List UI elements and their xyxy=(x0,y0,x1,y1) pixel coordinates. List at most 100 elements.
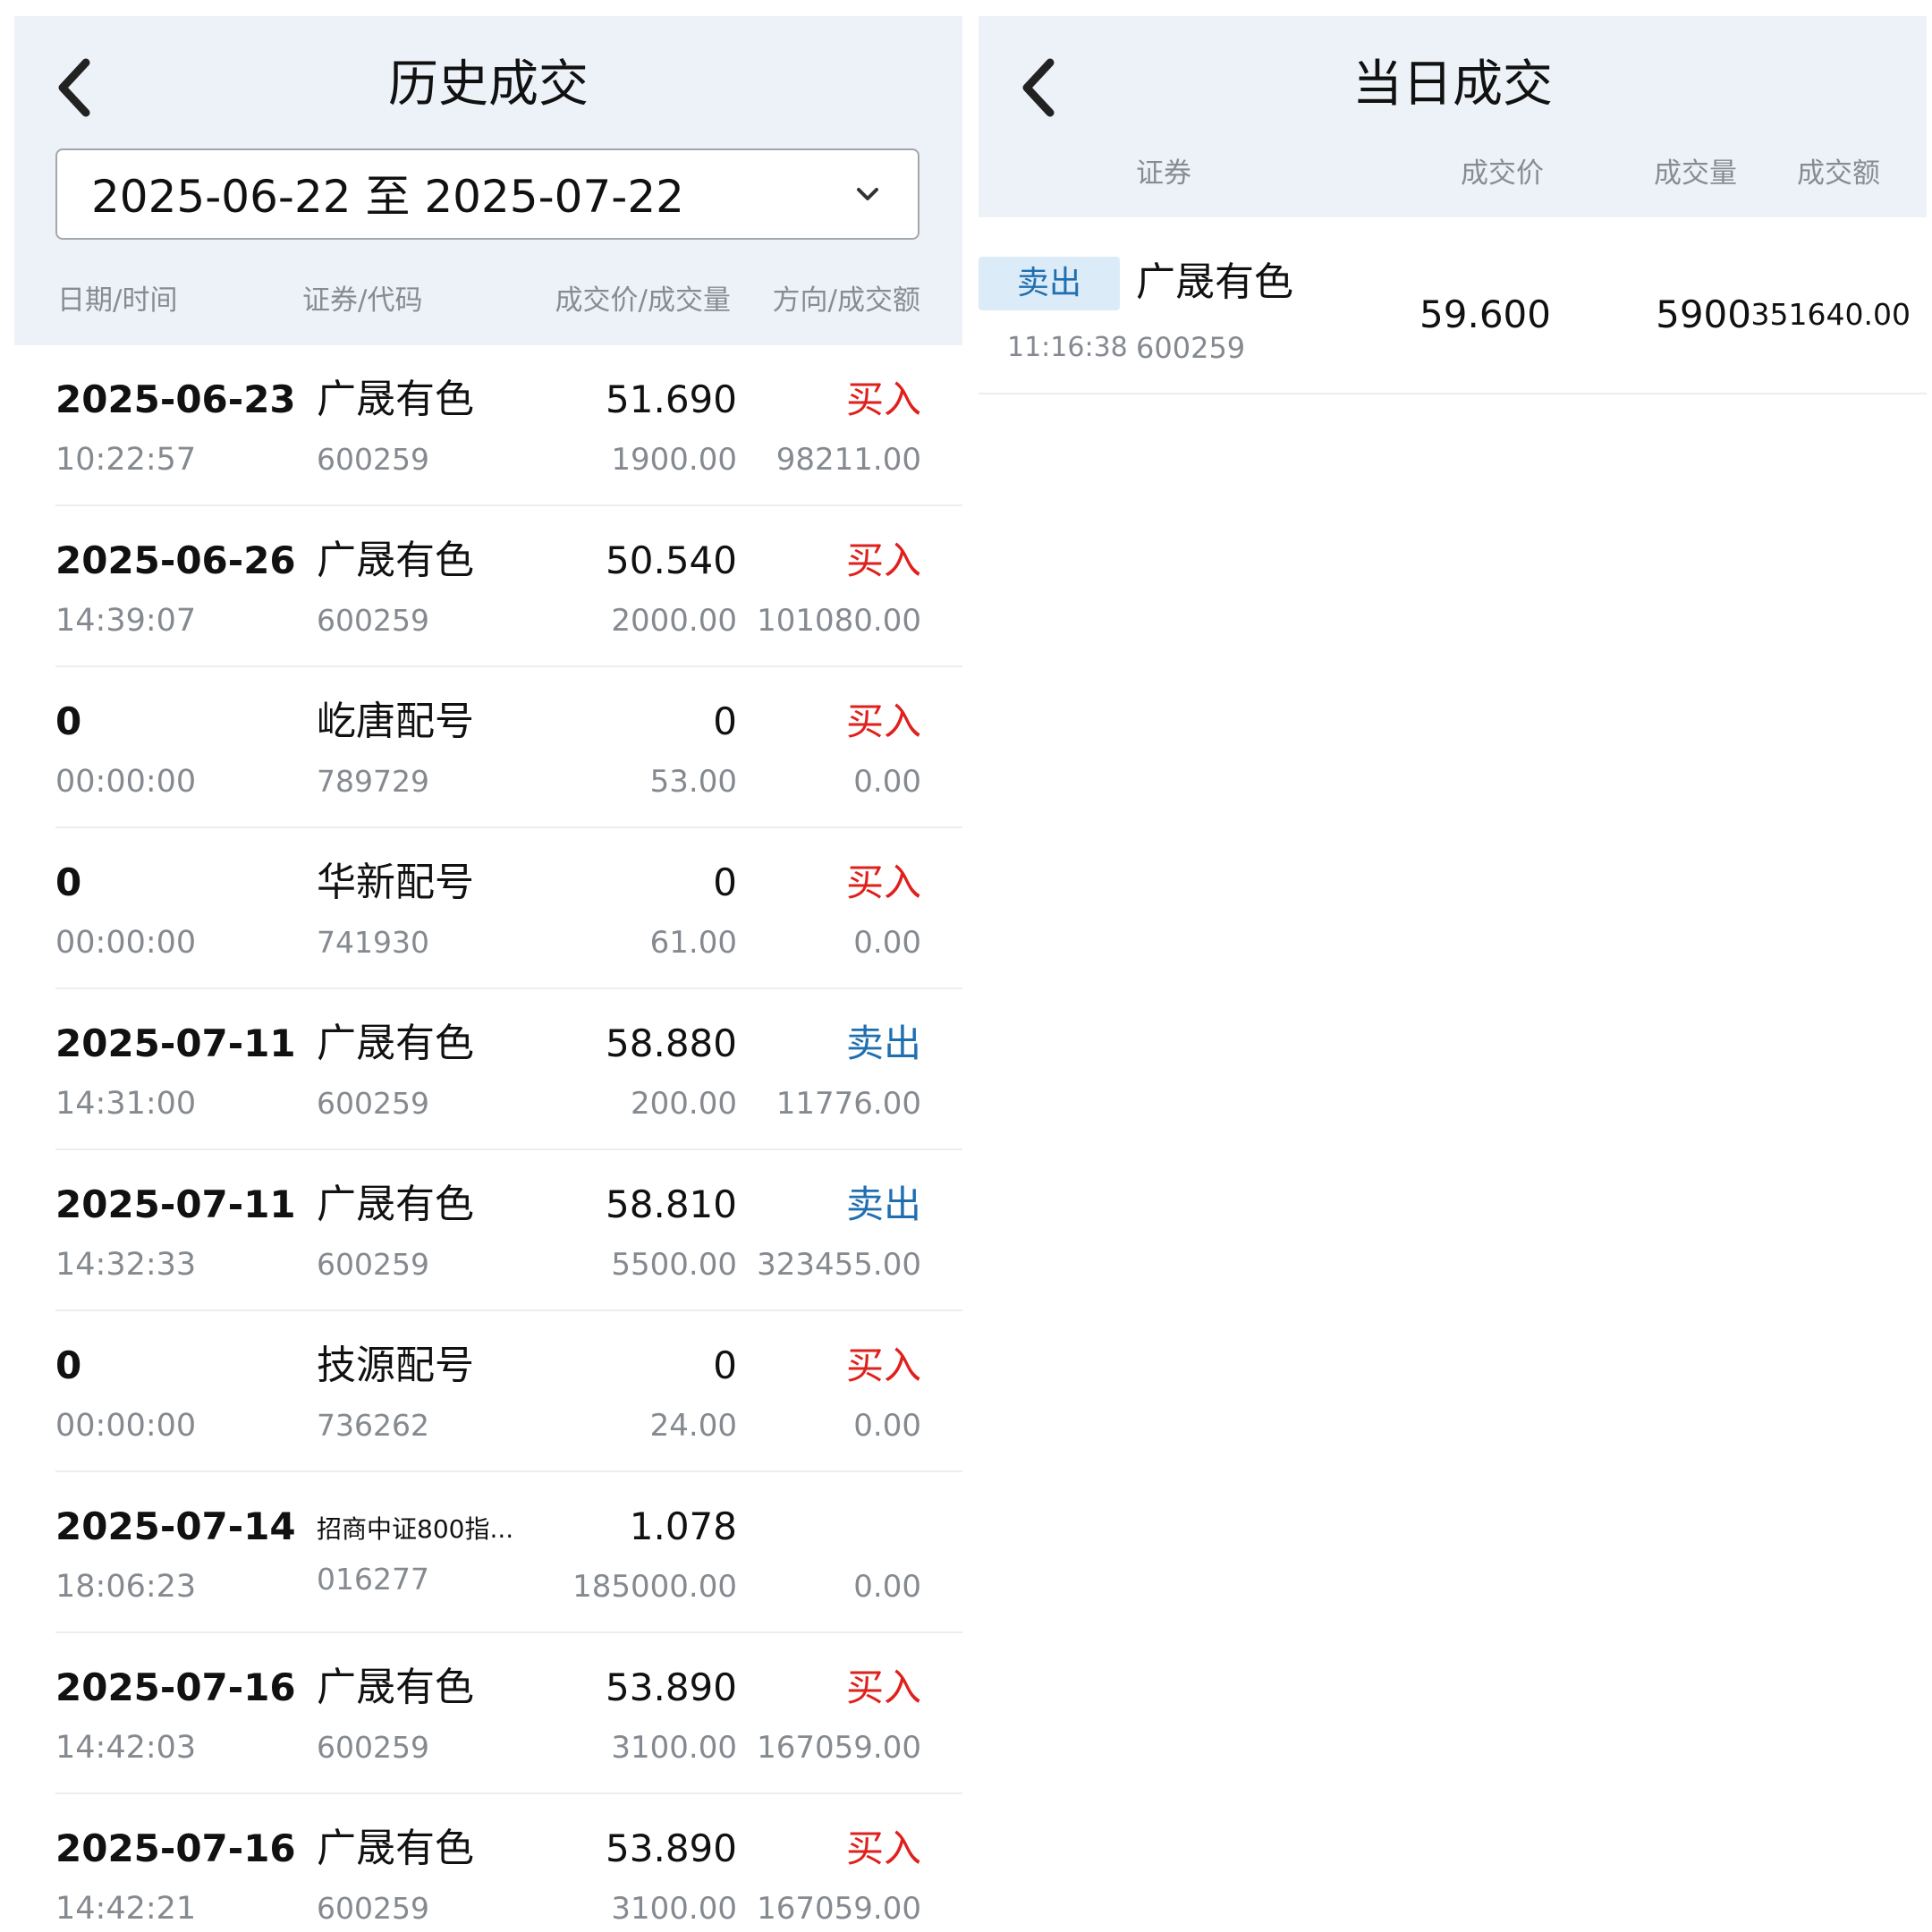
trade-direction: 买入 xyxy=(845,1343,921,1387)
trade-amount: 167059.00 xyxy=(757,1730,921,1766)
column-header-direction-amount: 方向/成交额 xyxy=(772,284,920,317)
security-code: 600259 xyxy=(317,1730,429,1765)
trade-amount: 351640.00 xyxy=(1750,297,1911,332)
security-name: 广晟有色 xyxy=(317,1021,474,1066)
trade-row[interactable]: 2025-07-11 14:32:33 广晟有色 600259 58.810 5… xyxy=(55,1150,962,1311)
trade-time: 18:06:23 xyxy=(55,1569,197,1605)
column-header-price: 成交价 xyxy=(1461,157,1544,190)
trade-amount: 0.00 xyxy=(853,1569,921,1605)
trade-row[interactable]: 2025-07-11 14:31:00 广晟有色 600259 58.880 2… xyxy=(55,989,962,1150)
trade-row[interactable]: 2025-07-16 14:42:21 广晟有色 600259 53.890 3… xyxy=(55,1794,962,1920)
trade-direction: 买入 xyxy=(845,860,921,904)
trade-price: 59.600 xyxy=(1419,292,1551,336)
trade-date: 2025-07-11 xyxy=(55,1021,296,1065)
direction-badge: 卖出 xyxy=(979,257,1120,310)
trade-quantity: 3100.00 xyxy=(611,1891,737,1919)
security-code: 600259 xyxy=(317,442,429,477)
trade-quantity: 2000.00 xyxy=(611,603,737,639)
security-name: 华新配号 xyxy=(317,860,474,905)
trade-price: 53.890 xyxy=(606,1826,737,1870)
security-name: 广晟有色 xyxy=(317,1665,474,1710)
trade-price: 58.810 xyxy=(606,1182,737,1226)
security-name: 广晟有色 xyxy=(317,538,474,583)
security-name: 技源配号 xyxy=(317,1343,474,1388)
security-code: 016277 xyxy=(317,1562,429,1597)
trade-row[interactable]: 0 00:00:00 华新配号 741930 0 61.00 买入 0.00 xyxy=(55,828,962,989)
security-code: 600259 xyxy=(317,603,429,638)
trade-quantity: 3100.00 xyxy=(611,1730,737,1766)
column-header-security: 证券 xyxy=(1136,157,1191,190)
security-name: 广晟有色 xyxy=(317,1182,474,1227)
security-code: 789729 xyxy=(317,764,429,799)
trade-price: 51.690 xyxy=(606,377,737,421)
security-code: 741930 xyxy=(317,925,429,960)
trade-price: 0 xyxy=(713,860,737,904)
trade-row[interactable]: 2025-06-23 10:22:57 广晟有色 600259 51.690 1… xyxy=(55,345,962,506)
trade-time: 14:42:03 xyxy=(55,1730,197,1766)
trade-quantity: 5500.00 xyxy=(611,1247,737,1283)
trade-quantity: 24.00 xyxy=(649,1408,737,1444)
trade-quantity: 5900 xyxy=(1656,292,1751,336)
trade-date: 2025-06-26 xyxy=(55,538,296,582)
trade-direction: 买入 xyxy=(845,538,921,582)
trade-date: 2025-07-11 xyxy=(55,1182,296,1226)
column-header-quantity: 成交量 xyxy=(1654,157,1737,190)
trade-quantity: 53.00 xyxy=(649,764,737,800)
trade-direction: 卖出 xyxy=(845,1182,921,1226)
trade-time: 11:16:38 xyxy=(1007,332,1128,363)
trade-date: 0 xyxy=(55,860,82,904)
trade-row[interactable]: 0 00:00:00 技源配号 736262 0 24.00 买入 0.00 xyxy=(55,1311,962,1472)
trade-quantity: 185000.00 xyxy=(572,1569,737,1605)
trade-time: 14:39:07 xyxy=(55,603,197,639)
trade-direction: 买入 xyxy=(845,377,921,421)
trade-price: 58.880 xyxy=(606,1021,737,1065)
chevron-down-icon xyxy=(857,188,878,200)
date-range-selector[interactable]: 2025-06-22 至 2025-07-22 xyxy=(55,148,919,240)
today-header-bar: 当日成交 证券 成交价 成交量 成交额 xyxy=(979,16,1927,217)
trade-date: 2025-07-14 xyxy=(55,1504,296,1548)
date-range-text: 2025-06-22 至 2025-07-22 xyxy=(91,171,684,223)
security-code: 600259 xyxy=(317,1891,429,1919)
trade-direction: 卖出 xyxy=(845,1021,921,1065)
column-header-security: 证券/代码 xyxy=(302,284,423,317)
trade-quantity: 61.00 xyxy=(649,925,737,961)
trade-direction: 买入 xyxy=(845,699,921,743)
security-code: 600259 xyxy=(317,1086,429,1121)
trade-price: 1.078 xyxy=(629,1504,737,1548)
trade-quantity: 1900.00 xyxy=(611,442,737,478)
trade-price: 0 xyxy=(713,1343,737,1387)
trade-row[interactable]: 2025-07-14 18:06:23 招商中证800指... 016277 1… xyxy=(55,1472,962,1633)
security-name: 广晟有色 xyxy=(317,377,474,422)
trade-date: 2025-07-16 xyxy=(55,1826,296,1870)
history-panel: 历史成交 2025-06-22 至 2025-07-22 日期/时间 证券/代码… xyxy=(14,16,962,1919)
security-name: 招商中证800指... xyxy=(317,1514,514,1544)
security-code: 600259 xyxy=(1136,331,1246,365)
trade-amount: 0.00 xyxy=(853,925,921,961)
trade-time: 00:00:00 xyxy=(55,925,197,961)
trade-row[interactable]: 0 00:00:00 屹唐配号 789729 0 53.00 买入 0.00 xyxy=(55,667,962,828)
trade-amount: 323455.00 xyxy=(757,1247,921,1283)
trade-price: 50.540 xyxy=(606,538,737,582)
trade-amount: 0.00 xyxy=(853,1408,921,1444)
trade-price: 0 xyxy=(713,699,737,743)
trade-row[interactable]: 2025-06-26 14:39:07 广晟有色 600259 50.540 2… xyxy=(55,506,962,667)
trade-time: 10:22:57 xyxy=(55,442,197,478)
security-name: 屹唐配号 xyxy=(317,699,474,744)
column-header-datetime: 日期/时间 xyxy=(57,284,178,317)
column-header-price-qty: 成交价/成交量 xyxy=(555,284,731,317)
trade-quantity: 200.00 xyxy=(631,1086,737,1122)
today-trade-row[interactable]: 卖出 11:16:38 广晟有色 600259 59.600 5900 3516… xyxy=(979,217,1927,394)
trade-row[interactable]: 2025-07-16 14:42:03 广晟有色 600259 53.890 3… xyxy=(55,1633,962,1794)
trade-amount: 0.00 xyxy=(853,764,921,800)
security-name: 广晟有色 xyxy=(317,1826,474,1871)
trade-date: 0 xyxy=(55,699,82,743)
trade-time: 14:42:21 xyxy=(55,1891,197,1919)
trade-direction: 买入 xyxy=(845,1665,921,1709)
security-name: 广晟有色 xyxy=(1136,259,1293,305)
today-panel: 当日成交 证券 成交价 成交量 成交额 卖出 11:16:38 广晟有色 600… xyxy=(979,16,1927,1919)
page-title: 当日成交 xyxy=(1352,55,1553,114)
trade-time: 14:31:00 xyxy=(55,1086,197,1122)
trade-date: 2025-06-23 xyxy=(55,377,296,421)
security-code: 600259 xyxy=(317,1247,429,1282)
page-title: 历史成交 xyxy=(388,55,589,114)
